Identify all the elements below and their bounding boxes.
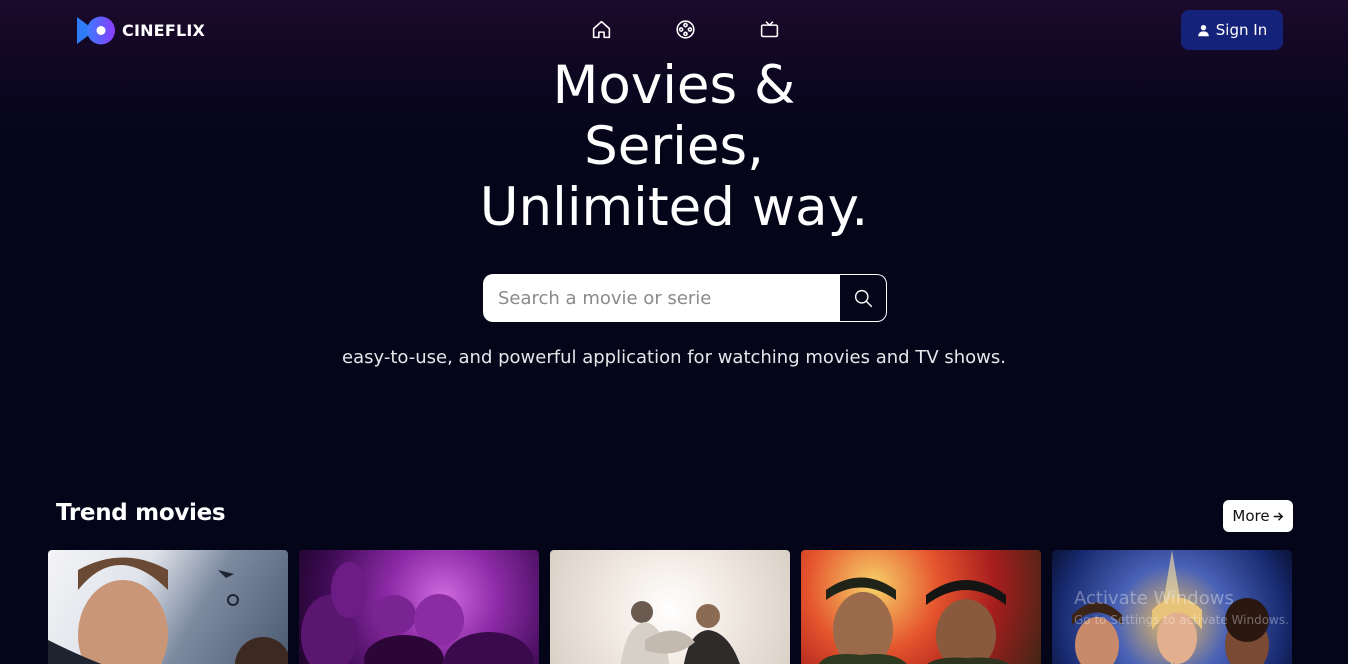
hero-title: Movies & Series, Unlimited way. <box>374 55 974 238</box>
search-icon <box>854 289 872 307</box>
nav-home[interactable] <box>590 17 612 41</box>
sign-in-button[interactable]: Sign In <box>1181 10 1283 50</box>
search-bar <box>483 274 887 322</box>
tv-icon <box>760 20 778 37</box>
main-nav <box>590 17 780 41</box>
search-input[interactable] <box>483 274 840 322</box>
user-icon <box>1198 24 1209 36</box>
hero-title-line-3: Unlimited way. <box>479 177 869 238</box>
nav-movies[interactable] <box>674 17 696 41</box>
logo-text: CINEFLIX <box>122 21 206 40</box>
activate-windows-watermark: Activate Windows Go to Settings to activ… <box>1074 588 1289 627</box>
more-label: More <box>1232 507 1270 525</box>
search-button[interactable] <box>840 274 887 322</box>
logo-icon <box>76 15 116 46</box>
sign-in-label: Sign In <box>1215 21 1268 39</box>
movie-poster[interactable] <box>48 550 288 664</box>
nav-tv[interactable] <box>758 17 780 41</box>
movie-poster[interactable] <box>550 550 790 664</box>
section-title: Trend movies <box>56 500 226 526</box>
activate-title: Activate Windows <box>1074 588 1234 609</box>
movie-poster[interactable] <box>801 550 1041 664</box>
more-button[interactable]: More <box>1223 500 1293 532</box>
hero-tagline: easy-to-use, and powerful application fo… <box>342 347 1006 368</box>
logo[interactable]: CINEFLIX <box>76 15 205 46</box>
hero-title-line-2: Series, <box>584 116 764 177</box>
film-reel-icon <box>675 19 695 39</box>
hero-title-line-1: Movies & <box>552 55 796 116</box>
arrow-right-icon <box>1273 512 1283 520</box>
activate-subtitle: Go to Settings to activate Windows. <box>1074 613 1289 627</box>
home-icon <box>592 20 610 38</box>
movie-poster[interactable] <box>299 550 539 664</box>
